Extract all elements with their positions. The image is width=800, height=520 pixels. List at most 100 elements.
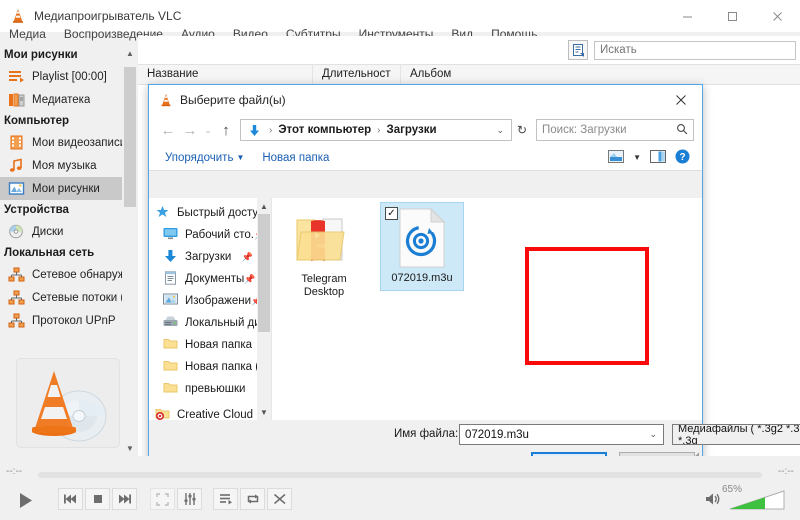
help-icon[interactable]: ?: [675, 149, 690, 167]
toggle-playlist-button[interactable]: [213, 488, 238, 510]
dialog-search-box[interactable]: Поиск: Загрузки: [536, 119, 694, 141]
sidebar-item-network-streams-sap[interactable]: Сетевые потоки (SAP): [0, 286, 122, 309]
chevron-down-icon[interactable]: ▼: [633, 153, 641, 162]
organize-button[interactable]: Упорядочить: [157, 152, 241, 164]
nav-item-desktop[interactable]: Рабочий сто. 📌: [149, 224, 257, 246]
vlc-cone-artwork: [16, 358, 120, 448]
chevron-down-icon[interactable]: ▼: [257, 404, 271, 420]
vlc-cone-icon: [159, 93, 173, 107]
file-name-label: Telegram: [301, 273, 347, 285]
nav-item-label: Изображени: [185, 295, 252, 307]
pictures-icon: [8, 181, 26, 197]
file-type-filter-select[interactable]: Медиафайлы ( *.3g2 *.3gp *.3g ⌄: [672, 424, 800, 445]
time-elapsed: --:--: [6, 466, 23, 477]
breadcrumb-this-pc[interactable]: Этот компьютер: [278, 124, 371, 136]
sidebar-item-my-pictures[interactable]: Мои рисунки: [0, 177, 122, 200]
playlist-icon: [8, 69, 26, 85]
nav-item-new-folder-2[interactable]: Новая папка (2): [149, 356, 257, 378]
back-button[interactable]: ←: [157, 119, 179, 141]
list-filter-icon[interactable]: [568, 40, 588, 60]
column-header-duration[interactable]: Длительност: [313, 64, 401, 85]
breadcrumb-separator: ›: [377, 124, 381, 136]
sidebar-item-network-discovery[interactable]: Сетевое обнаружен...: [0, 263, 122, 286]
chevron-up-icon[interactable]: ▲: [257, 198, 271, 214]
address-bar[interactable]: › Этот компьютер › Загрузки ⌄: [240, 119, 512, 141]
sidebar-item-my-videos[interactable]: Мои видеозаписи: [0, 131, 122, 154]
sidebar-scrollbar[interactable]: ▲ ▼: [122, 45, 138, 456]
view-layout-icon[interactable]: [608, 149, 625, 166]
nav-item-quick-access[interactable]: Быстрый доступ: [149, 202, 257, 224]
extended-settings-button[interactable]: [177, 488, 202, 510]
speaker-icon[interactable]: [703, 488, 723, 510]
dialog-toolbar: Упорядочить ▼ Новая папка ▼ ?: [149, 145, 702, 171]
playlist-search-bar: [568, 40, 796, 60]
filename-input[interactable]: 072019.m3u ⌄: [459, 424, 664, 445]
breadcrumb-separator: ›: [269, 124, 273, 136]
dialog-title-text: Выберите файл(ы): [180, 93, 286, 107]
previous-button[interactable]: [58, 488, 83, 510]
dialog-body: Быстрый доступ Рабочий сто. 📌: [149, 198, 702, 420]
sidebar-item-discs[interactable]: Диски: [0, 220, 122, 243]
downloads-arrow-icon: [245, 124, 263, 137]
sidebar-item-upnp[interactable]: Протокол UPnP: [0, 309, 122, 332]
file-open-dialog: Выберите файл(ы) ← → ⌄ ↑ › Этот компьюте…: [148, 84, 800, 475]
file-item-telegram-desktop[interactable]: PDF Telegram Desktop: [286, 208, 362, 299]
refresh-button[interactable]: ↻: [512, 123, 532, 137]
playlist-search-input[interactable]: [594, 40, 796, 60]
file-type-filter-value: Медиафайлы ( *.3g2 *.3gp *.3g: [678, 424, 800, 445]
vlc-transport-controls: --:-- --:-- 65%: [0, 456, 800, 520]
scrollbar-thumb[interactable]: [258, 214, 270, 332]
breadcrumb-downloads[interactable]: Загрузки: [387, 124, 437, 136]
sidebar-item-label: Моя музыка: [32, 159, 97, 172]
chevron-down-icon[interactable]: ⌄: [649, 429, 663, 440]
file-list-pane[interactable]: PDF Telegram Desktop ✓: [271, 198, 702, 420]
nav-item-documents[interactable]: Документы 📌: [149, 268, 257, 290]
shuffle-button[interactable]: [267, 488, 292, 510]
time-total: --:--: [777, 466, 794, 477]
nav-item-local-disk[interactable]: Локальный дис: [149, 312, 257, 334]
preview-pane-icon[interactable]: [650, 149, 666, 166]
sidebar-item-label: Протокол UPnP: [32, 314, 116, 327]
scroll-down-icon[interactable]: ▼: [122, 440, 138, 456]
sidebar-item-label: Мои видеозаписи: [32, 136, 122, 149]
filename-label: Имя файла:: [394, 428, 459, 440]
nav-item-downloads[interactable]: Загрузки 📌: [149, 246, 257, 268]
loop-button[interactable]: [240, 488, 265, 510]
new-folder-button[interactable]: Новая папка: [254, 152, 337, 164]
seek-slider[interactable]: [38, 472, 762, 478]
file-item-m3u-playlist[interactable]: ✓ 072019.m3u: [380, 202, 464, 291]
nav-item-pictures[interactable]: Изображени 📌: [149, 290, 257, 312]
nav-item-new-folder[interactable]: Новая папка: [149, 334, 257, 356]
dialog-navigation-bar: ← → ⌄ ↑ › Этот компьютер › Загрузки ⌄ ↻ …: [149, 115, 702, 145]
chevron-down-icon[interactable]: ▼: [236, 153, 244, 162]
forward-button[interactable]: →: [179, 119, 201, 141]
menu-media[interactable]: Медиа: [0, 25, 55, 43]
sidebar-item-media-library[interactable]: Медиатека: [0, 88, 122, 111]
chevron-down-icon[interactable]: ⌄: [496, 125, 511, 136]
svg-text:?: ?: [679, 152, 685, 163]
stop-button[interactable]: [85, 488, 110, 510]
column-header-album[interactable]: Альбом: [401, 64, 511, 85]
fullscreen-button[interactable]: [150, 488, 175, 510]
sidebar-item-my-music[interactable]: Моя музыка: [0, 154, 122, 177]
column-header-title[interactable]: Название: [138, 64, 313, 85]
sidebar-item-label: Диски: [32, 225, 64, 238]
sidebar-item-playlist[interactable]: Playlist [00:00]: [0, 65, 122, 88]
dialog-close-button[interactable]: [660, 85, 702, 115]
nav-item-creative-cloud[interactable]: Creative Cloud Fil: [149, 404, 257, 420]
up-button[interactable]: ↑: [215, 119, 237, 141]
play-button[interactable]: [8, 486, 42, 514]
folder-icon: [163, 359, 180, 375]
scrollbar-thumb[interactable]: [124, 67, 136, 207]
recent-locations-button[interactable]: ⌄: [201, 125, 215, 136]
next-button[interactable]: [112, 488, 137, 510]
pin-icon[interactable]: 📌: [242, 252, 257, 263]
sidebar-item-label: Мои рисунки: [32, 182, 100, 195]
nav-item-label: Локальный дис: [185, 317, 257, 329]
local-disk-icon: [163, 315, 180, 331]
nav-pane-scrollbar[interactable]: ▲ ▼: [257, 198, 271, 420]
pin-icon[interactable]: 📌: [244, 274, 257, 285]
scroll-up-icon[interactable]: ▲: [122, 45, 138, 61]
file-selection-checkbox[interactable]: ✓: [385, 207, 398, 220]
nav-item-thumbnails[interactable]: превьюшки: [149, 378, 257, 400]
